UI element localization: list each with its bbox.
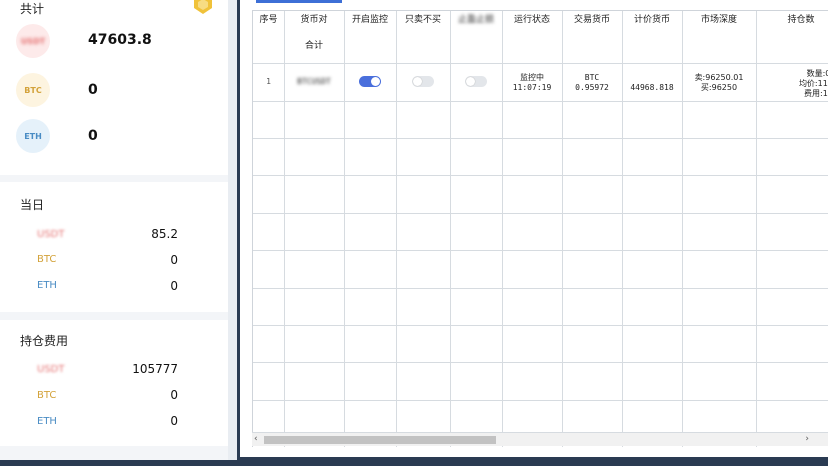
data-table: 序号 货币对 开启监控 只卖不买 止盈止损 运行状态 交易货币 计价货币 市场深… — [252, 10, 828, 447]
daily-btc-label: BTC — [37, 254, 57, 265]
usdt-coin-label: USDT — [20, 36, 46, 46]
logo-icon — [194, 0, 212, 14]
fee-usdt-value: 105777 — [132, 362, 178, 376]
row-pair: BTCUSDT — [284, 77, 344, 87]
fee-usdt-label: USDT — [37, 364, 65, 375]
row-position-fee: 费用:105 — [804, 89, 828, 98]
stop-toggle[interactable] — [465, 76, 487, 87]
btc-coin-label: BTC — [24, 85, 42, 95]
row-status-text: 监控中 — [520, 73, 544, 82]
scroll-right-icon[interactable]: › — [805, 434, 809, 444]
header-sell-only[interactable]: 只卖不买 — [396, 11, 450, 29]
row-quote-coin: 44968.818 — [622, 83, 682, 93]
fee-btc-value: 0 — [170, 388, 178, 402]
usdt-coin-icon: USDT — [16, 24, 50, 58]
bottom-frame — [0, 460, 828, 466]
sell-only-toggle[interactable] — [412, 76, 434, 87]
row-depth-buy: 买:96250 — [700, 83, 738, 92]
monitor-toggle[interactable] — [359, 76, 381, 87]
header-quote-coin[interactable]: 计价货币 — [622, 11, 682, 29]
daily-eth-value: 0 — [170, 279, 178, 293]
row-trade-coin-symbol: BTC — [584, 73, 600, 82]
main-panel: 序号 货币对 开启监控 只卖不买 止盈止损 运行状态 交易货币 计价货币 市场深… — [237, 0, 828, 460]
row-index: 1 — [266, 77, 271, 86]
daily-eth-label: ETH — [37, 280, 57, 291]
header-trade-coin[interactable]: 交易货币 — [562, 11, 622, 29]
header-status[interactable]: 运行状态 — [502, 11, 562, 29]
daily-card: 当日 USDT 85.2 BTC 0 ETH 0 — [0, 182, 228, 312]
fee-eth-label: ETH — [37, 416, 57, 427]
scrollbar-thumb[interactable] — [264, 436, 496, 444]
header-stop[interactable]: 止盈止损 — [450, 11, 502, 29]
row-pair-text: BTCUSDT — [297, 77, 331, 86]
scroll-left-icon[interactable]: ‹ — [254, 434, 258, 444]
btc-coin-icon: BTC — [16, 73, 50, 107]
eth-coin-icon: ETH — [16, 119, 50, 153]
row-position-avg: 均价:1104 — [798, 79, 828, 88]
row-trade-coin-amount: 0.95972 — [575, 83, 609, 92]
daily-usdt-label: USDT — [37, 229, 65, 240]
header-index[interactable]: 序号 — [253, 11, 284, 29]
row-trade-coin: BTC 0.95972 — [562, 73, 622, 93]
total-card: 共计 USDT 47603.8 BTC 0 ETH 0 — [0, 0, 228, 175]
daily-usdt-value: 85.2 — [151, 227, 178, 241]
row-position-qty: 数量:0.9 — [806, 69, 828, 78]
fee-btc-label: BTC — [37, 390, 57, 401]
total-title: 共计 — [20, 2, 45, 16]
header-depth[interactable]: 市场深度 — [682, 11, 756, 29]
row-depth: 卖:96250.01 买:96250 — [682, 73, 756, 93]
holding-fee-card: 持仓费用 USDT 105777 BTC 0 ETH 0 — [0, 320, 228, 446]
row-depth-sell: 卖:96250.01 — [694, 73, 744, 82]
eth-coin-label: ETH — [24, 131, 42, 141]
total-btc-value: 0 — [88, 82, 98, 98]
daily-btc-value: 0 — [170, 253, 178, 267]
header-monitor[interactable]: 开启监控 — [344, 11, 396, 29]
horizontal-scrollbar[interactable]: ‹ › — [252, 432, 828, 446]
header-position[interactable]: 持仓数 — [756, 11, 828, 29]
active-tab-indicator[interactable] — [256, 0, 342, 3]
sidebar: 共计 USDT 47603.8 BTC 0 ETH 0 当日 USDT 85.2… — [0, 0, 228, 466]
row-status-time: 11:07:19 — [512, 83, 552, 92]
header-pair[interactable]: 货币对 — [284, 11, 344, 29]
row-position: 数量:0.9 均价:1104 费用:105 — [756, 69, 828, 99]
total-eth-value: 0 — [88, 128, 98, 144]
row-quote-coin-amount: 44968.818 — [630, 83, 674, 92]
daily-title: 当日 — [20, 198, 45, 212]
fee-eth-value: 0 — [170, 414, 178, 428]
total-usdt-value: 47603.8 — [88, 32, 152, 48]
app-window: 共计 USDT 47603.8 BTC 0 ETH 0 当日 USDT 85.2… — [0, 0, 828, 466]
total-row-label: 合计 — [304, 41, 323, 51]
holding-fee-title: 持仓费用 — [20, 334, 69, 348]
row-status: 监控中 11:07:19 — [502, 73, 562, 93]
